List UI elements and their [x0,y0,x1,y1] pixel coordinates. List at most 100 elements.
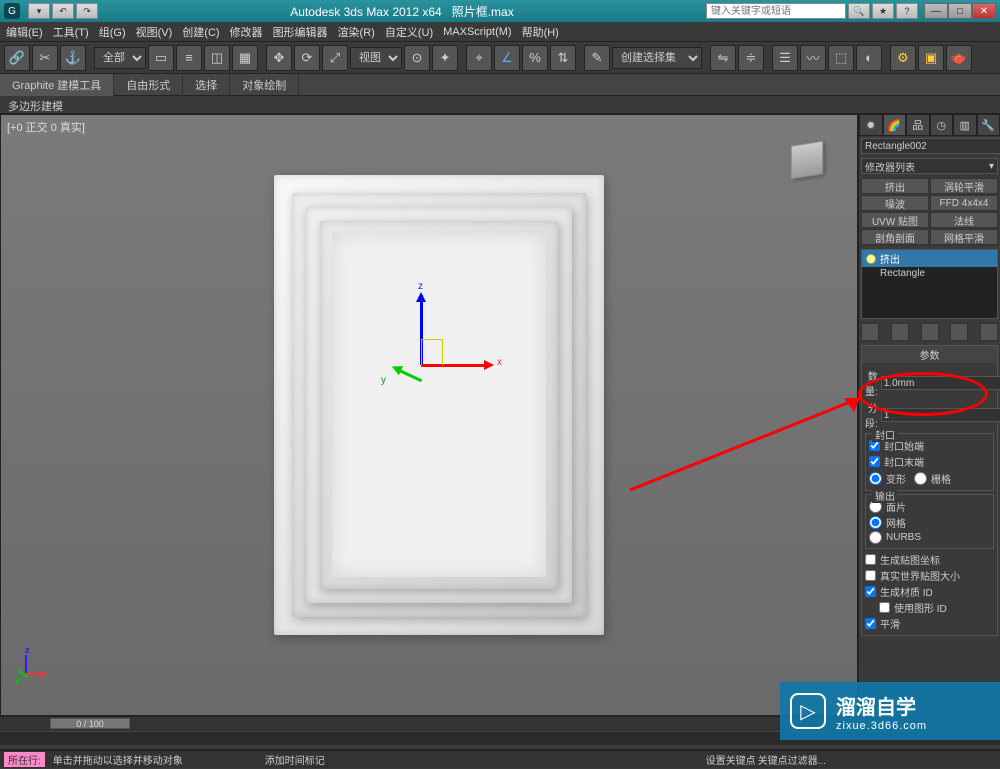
tab-utilities-icon[interactable]: 🔧 [977,114,1000,136]
manip-icon[interactable]: ✦ [432,45,458,71]
viewcube[interactable] [777,135,837,185]
unlink-icon[interactable]: ✂ [32,45,58,71]
amount-input[interactable] [881,376,1000,390]
viewport[interactable]: [+0 正交 0 真实] z x y x y z [0,114,858,716]
material-editor-icon[interactable]: ◐ [856,45,882,71]
stack-item-rectangle[interactable]: Rectangle [862,267,997,280]
menu-group[interactable]: 组(G) [99,24,126,40]
btn-uvw[interactable]: UVW 贴图 [861,212,929,228]
menu-maxscript[interactable]: MAXScript(M) [443,26,511,38]
grid-radio[interactable] [914,472,927,485]
viewport-label[interactable]: [+0 正交 0 真实] [7,119,85,135]
btn-extrude[interactable]: 挤出 [861,178,929,194]
ribbon-tab-graphite[interactable]: Graphite 建模工具 [0,74,114,96]
link-icon[interactable]: 🔗 [4,45,30,71]
help-search-input[interactable] [706,3,846,19]
scale-icon[interactable]: ⤢ [322,45,348,71]
btn-ffd[interactable]: FFD 4x4x4 [930,195,998,211]
mirror-icon[interactable]: ⇋ [710,45,736,71]
tab-modify-icon[interactable]: 🌈 [883,114,907,136]
menu-graph[interactable]: 图形编辑器 [273,24,328,40]
time-slider-handle[interactable]: 0 / 100 [50,718,130,729]
output-nurbs-radio[interactable] [869,531,882,544]
ribbon-panel-polymodel[interactable]: 多边形建模 [0,96,1000,114]
select-icon[interactable]: ▭ [148,45,174,71]
menu-create[interactable]: 创建(C) [182,24,219,40]
percent-snap-icon[interactable]: % [522,45,548,71]
selection-filter[interactable]: 全部 [94,47,146,69]
menu-edit[interactable]: 编辑(E) [6,24,43,40]
btn-turbosmooth[interactable]: 涡轮平滑 [930,178,998,194]
gen-map-checkbox[interactable] [865,554,876,565]
rotate-icon[interactable]: ⟳ [294,45,320,71]
bind-icon[interactable]: ⚓ [60,45,86,71]
render-icon[interactable]: 🫖 [946,45,972,71]
render-frame-icon[interactable]: ▣ [918,45,944,71]
render-setup-icon[interactable]: ⚙ [890,45,916,71]
morph-radio[interactable] [869,472,882,485]
add-time-tag[interactable]: 添加时间标记 [245,752,325,767]
btn-bevel[interactable]: 剖角剖面 [861,229,929,245]
segments-input[interactable] [881,408,1000,422]
ref-coord[interactable]: 视图 [350,47,402,69]
select-region-icon[interactable]: ◫ [204,45,230,71]
smooth-checkbox[interactable] [865,618,876,629]
menu-help[interactable]: 帮助(H) [522,24,559,40]
help-icon[interactable]: ? [896,3,918,19]
use-shape-checkbox[interactable] [879,602,890,613]
snap-icon[interactable]: ⌖ [466,45,492,71]
minimize-button[interactable]: — [924,3,948,19]
named-selection-sets[interactable]: 创建选择集 [612,47,702,69]
undo-icon[interactable]: ↶ [52,3,74,19]
ribbon-tab-freeform[interactable]: 自由形式 [114,74,183,96]
spinner-snap-icon[interactable]: ⇅ [550,45,576,71]
btn-normal[interactable]: 法线 [930,212,998,228]
menu-views[interactable]: 视图(V) [136,24,173,40]
named-sel-icon[interactable]: ✎ [584,45,610,71]
window-crossing-icon[interactable]: ▦ [232,45,258,71]
ribbon-tab-selection[interactable]: 选择 [183,74,230,96]
gen-mat-checkbox[interactable] [865,586,876,597]
tab-hierarchy-icon[interactable]: 品 [906,114,930,136]
app-logo-icon[interactable]: G [4,3,20,19]
pin-stack-icon[interactable] [861,323,879,341]
btn-meshsmooth[interactable]: 网格平滑 [930,229,998,245]
real-world-checkbox[interactable] [865,570,876,581]
pivot-icon[interactable]: ⊙ [404,45,430,71]
menu-render[interactable]: 渲染(R) [338,24,375,40]
menu-customize[interactable]: 自定义(U) [385,24,433,40]
stack-item-extrude[interactable]: 挤出 [862,250,997,267]
cap-end-checkbox[interactable] [869,456,880,467]
menu-modifiers[interactable]: 修改器 [230,24,263,40]
layers-icon[interactable]: ☰ [772,45,798,71]
modifier-list-dropdown[interactable]: 修改器列表▾ [861,158,998,174]
move-icon[interactable]: ✥ [266,45,292,71]
help-star-icon[interactable]: ★ [872,3,894,19]
search-go-icon[interactable]: 🔍 [848,3,870,19]
btn-noise[interactable]: 噪波 [861,195,929,211]
redo-icon[interactable]: ↷ [76,3,98,19]
tab-create-icon[interactable]: ✹ [859,114,883,136]
output-mesh-radio[interactable] [869,516,882,529]
maximize-button[interactable]: □ [948,3,972,19]
curve-editor-icon[interactable]: 〰 [800,45,826,71]
unique-icon[interactable] [921,323,939,341]
ribbon-tab-paint[interactable]: 对象绘制 [230,74,299,96]
menu-tools[interactable]: 工具(T) [53,24,89,40]
tab-motion-icon[interactable]: ◷ [930,114,954,136]
bulb-icon[interactable] [866,254,876,264]
show-end-icon[interactable] [891,323,909,341]
select-name-icon[interactable]: ≡ [176,45,202,71]
tab-display-icon[interactable]: ▥ [953,114,977,136]
object-name-input[interactable] [861,138,1000,154]
schematic-icon[interactable]: ⬚ [828,45,854,71]
align-icon[interactable]: ≑ [738,45,764,71]
angle-snap-icon[interactable]: ∠ [494,45,520,71]
config-sets-icon[interactable] [980,323,998,341]
remove-mod-icon[interactable] [950,323,968,341]
close-button[interactable]: ✕ [972,3,996,19]
rollout-header[interactable]: 参数 [862,346,997,363]
modifier-stack[interactable]: 挤出 Rectangle [861,249,998,319]
scene-object-frame[interactable] [274,175,604,635]
setkey-button[interactable]: 设置关键点 [706,752,756,767]
